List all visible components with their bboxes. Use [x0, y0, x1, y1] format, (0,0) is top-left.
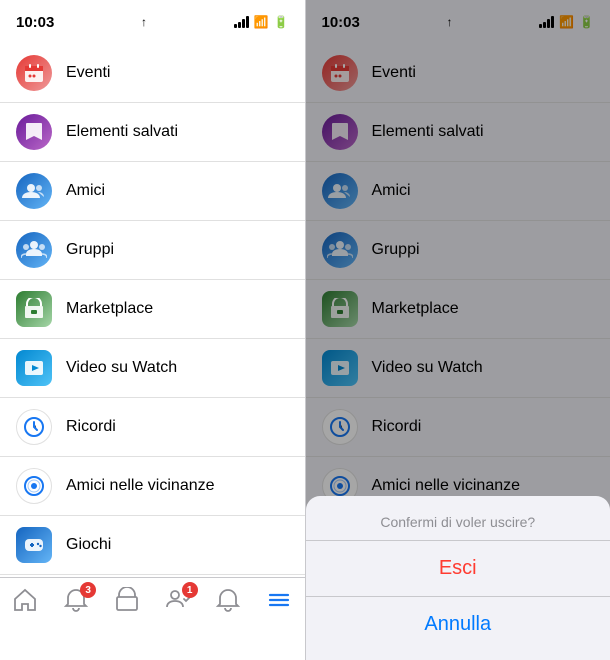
giochi-label: Giochi — [66, 536, 289, 554]
ricordi-icon — [16, 409, 52, 445]
menu-item-salvati[interactable]: Elementi salvati — [0, 103, 305, 162]
salvati-label: Elementi salvati — [66, 123, 289, 141]
friends-badge: 1 — [182, 582, 198, 598]
salvati-icon — [16, 114, 52, 150]
menu-item-gruppi[interactable]: Gruppi — [0, 221, 305, 280]
menu-item-amici[interactable]: Amici — [0, 162, 305, 221]
logout-dialog: Confermi di voler uscire? Esci Annulla — [306, 496, 610, 660]
tab-home[interactable] — [0, 586, 51, 614]
eventi-label: Eventi — [66, 64, 289, 82]
gruppi-label: Gruppi — [66, 241, 289, 259]
vicinanze-icon — [16, 468, 52, 504]
tab-marketplace[interactable] — [102, 586, 153, 614]
wifi-icon: 📶 — [254, 15, 269, 29]
left-panel: 10:03 ↑ 📶 🔋 Eventi Elementi salvati — [0, 0, 305, 660]
tab-menu[interactable] — [254, 586, 305, 614]
amici-label: Amici — [66, 182, 289, 200]
menu-tab-icon — [265, 586, 293, 614]
menu-item-giochi[interactable]: Giochi — [0, 516, 305, 575]
dialog-cancel-label: Annulla — [424, 613, 491, 636]
marketplace-label: Marketplace — [66, 300, 289, 318]
battery-icon: 🔋 — [274, 15, 289, 29]
left-time-arrow: ↑ — [141, 15, 147, 29]
left-status-icons: 📶 🔋 — [234, 15, 289, 29]
home-tab-icon — [11, 586, 39, 614]
left-tab-bar: 3 1 — [0, 577, 305, 660]
left-time: 10:03 — [16, 14, 54, 31]
left-status-bar: 10:03 ↑ 📶 🔋 — [0, 0, 305, 44]
signal-icon — [234, 16, 249, 28]
eventi-icon — [16, 55, 52, 91]
notifications-badge: 3 — [80, 582, 96, 598]
menu-item-watch[interactable]: Video su Watch — [0, 339, 305, 398]
vicinanze-label: Amici nelle vicinanze — [66, 477, 289, 495]
dialog-cancel-button[interactable]: Annulla — [306, 597, 610, 652]
marketplace-tab-icon — [113, 586, 141, 614]
marketplace-icon — [16, 291, 52, 327]
right-panel: 10:03 ↑ 📶 🔋 Eventi Elementi salvati — [306, 0, 610, 660]
tab-notifications[interactable]: 3 — [51, 586, 102, 614]
dialog-title: Confermi di voler uscire? — [306, 496, 610, 541]
giochi-icon — [16, 527, 52, 563]
dialog-confirm-label: Esci — [439, 557, 477, 580]
menu-item-marketplace[interactable]: Marketplace — [0, 280, 305, 339]
dialog-confirm-button[interactable]: Esci — [306, 541, 610, 597]
left-menu-list: Eventi Elementi salvati Amici Gruppi Mar… — [0, 44, 305, 577]
menu-item-vicinanze[interactable]: Amici nelle vicinanze — [0, 457, 305, 516]
gruppi-icon — [16, 232, 52, 268]
watch-label: Video su Watch — [66, 359, 289, 377]
bell-tab-icon — [214, 586, 242, 614]
ricordi-label: Ricordi — [66, 418, 289, 436]
watch-icon — [16, 350, 52, 386]
tab-bell[interactable] — [203, 586, 254, 614]
tab-friends[interactable]: 1 — [152, 586, 203, 614]
menu-item-eventi[interactable]: Eventi — [0, 44, 305, 103]
friends-tab-icon: 1 — [164, 586, 192, 614]
menu-item-ricordi[interactable]: Ricordi — [0, 398, 305, 457]
amici-icon — [16, 173, 52, 209]
notifications-tab-icon: 3 — [62, 586, 90, 614]
